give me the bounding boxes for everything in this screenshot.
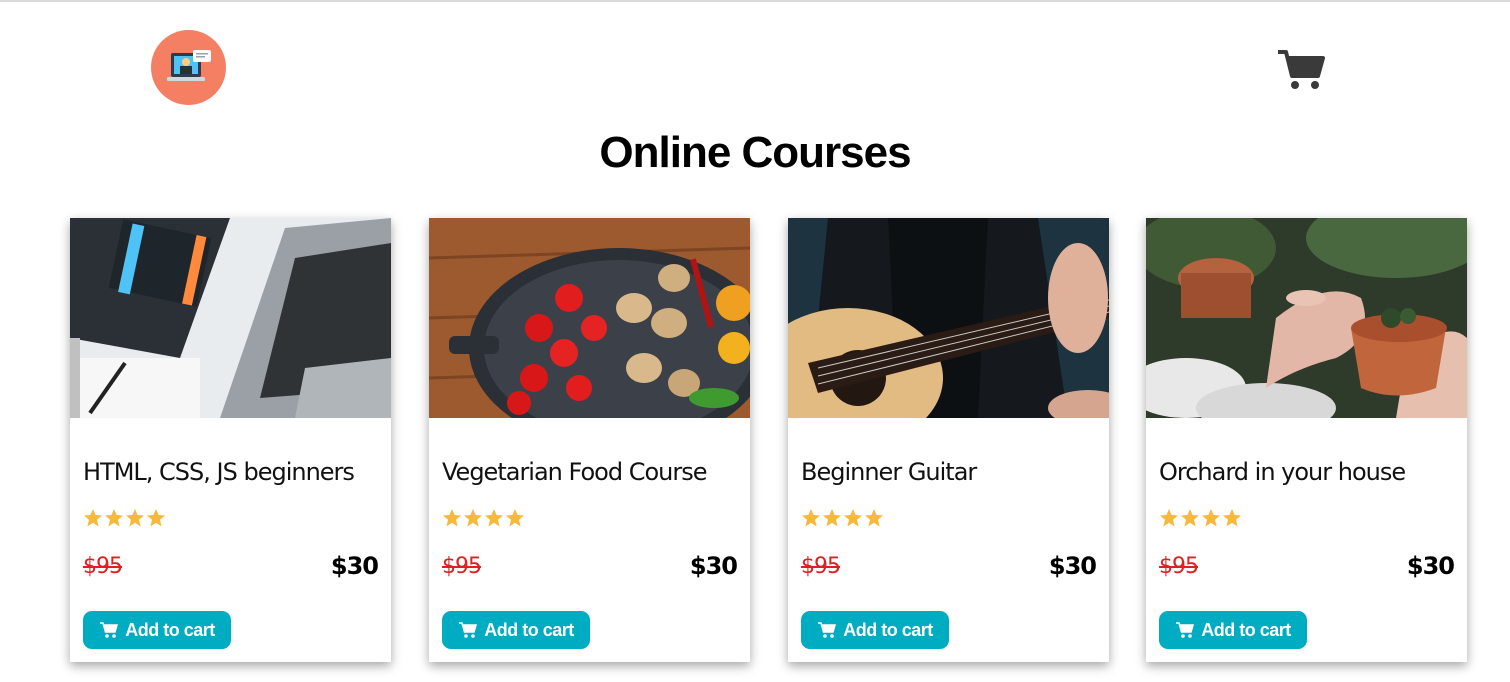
vegetable-pan-image[interactable] — [429, 218, 750, 418]
cart-icon — [1176, 622, 1195, 638]
course-title: Orchard in your house — [1159, 458, 1406, 486]
old-price: $95 — [1159, 554, 1199, 579]
course-title: Vegetarian Food Course — [442, 458, 707, 486]
page-title: Online Courses — [599, 128, 911, 177]
star-rating — [442, 508, 542, 528]
star-icon — [802, 509, 895, 527]
button-label: Add to cart — [125, 619, 215, 640]
cart-icon — [459, 622, 478, 638]
guitar-player-image[interactable] — [788, 218, 1109, 418]
laptop-book-image[interactable] — [70, 218, 391, 418]
price: $30 — [330, 552, 379, 580]
logo-icon[interactable] — [151, 30, 226, 105]
star-icon — [1160, 509, 1253, 527]
course-title: HTML, CSS, JS beginners — [83, 458, 355, 486]
top-divider — [0, 0, 1510, 2]
old-price: $95 — [83, 554, 123, 579]
star-rating — [1159, 508, 1259, 528]
old-price: $95 — [442, 554, 482, 579]
potted-plant-image[interactable] — [1146, 218, 1467, 418]
price: $30 — [1406, 552, 1455, 580]
add-to-cart-button[interactable]: Add to cart — [83, 611, 231, 649]
course-card: Beginner Guitar $95 $30 Add to cart — [788, 218, 1109, 662]
button-label: Add to cart — [843, 619, 933, 640]
course-card: Vegetarian Food Course $95 $30 Add to ca… — [429, 218, 750, 662]
course-card: HTML, CSS, JS beginners $95 $30 Add to c… — [70, 218, 391, 662]
price: $30 — [689, 552, 738, 580]
star-icon — [443, 509, 536, 527]
button-label: Add to cart — [484, 619, 574, 640]
star-rating — [83, 508, 183, 528]
old-price: $95 — [801, 554, 841, 579]
add-to-cart-button[interactable]: Add to cart — [442, 611, 590, 649]
star-rating — [801, 508, 901, 528]
shopping-cart-icon[interactable] — [1276, 48, 1326, 92]
course-title: Beginner Guitar — [801, 458, 977, 486]
course-card: Orchard in your house $95 $30 Add to car… — [1146, 218, 1467, 662]
add-to-cart-button[interactable]: Add to cart — [801, 611, 949, 649]
cart-icon — [100, 622, 119, 638]
add-to-cart-button[interactable]: Add to cart — [1159, 611, 1307, 649]
star-icon — [84, 509, 177, 527]
button-label: Add to cart — [1201, 619, 1291, 640]
price: $30 — [1048, 552, 1097, 580]
cart-icon — [818, 622, 837, 638]
